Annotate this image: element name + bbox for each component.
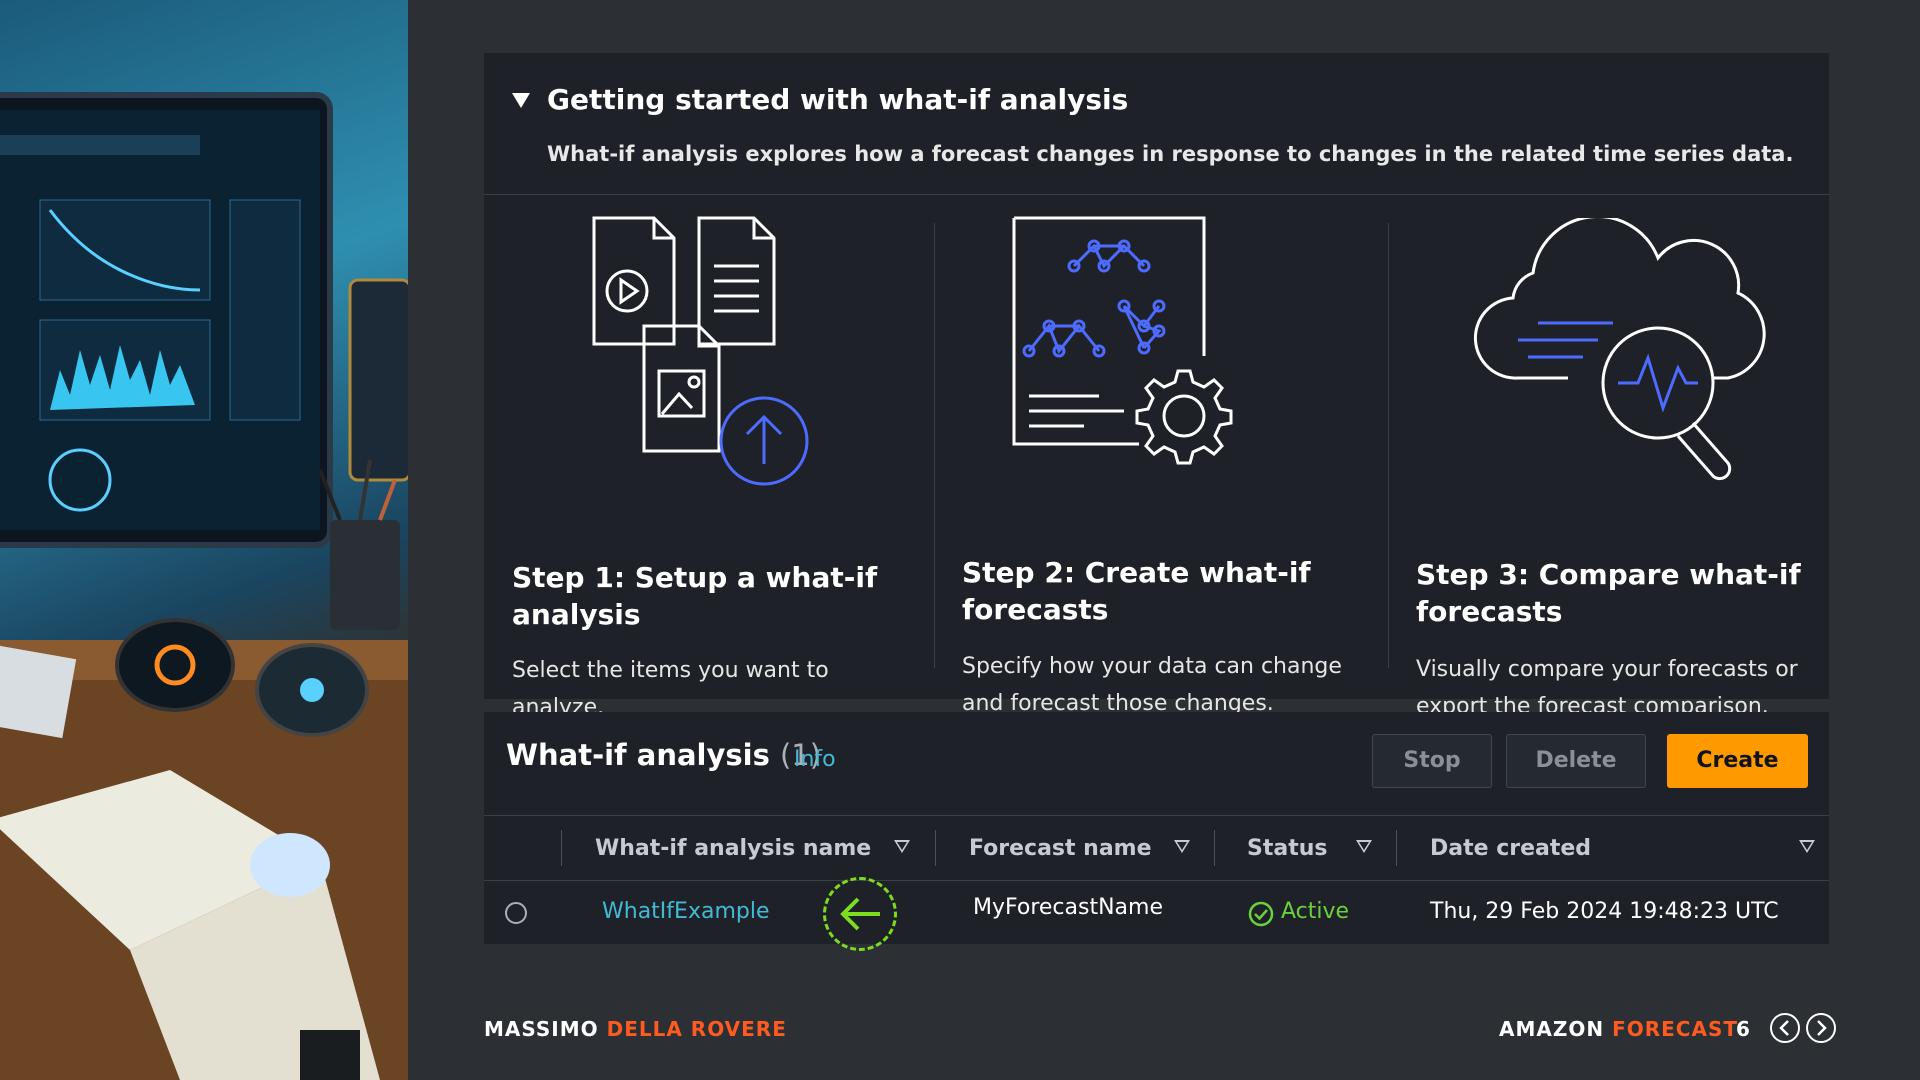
forecast-name-cell: MyForecastName xyxy=(973,895,1163,920)
getting-started-title[interactable]: Getting started with what-if analysis xyxy=(547,83,1128,116)
page-number: 6 xyxy=(1736,1017,1750,1041)
sort-icon[interactable] xyxy=(894,840,910,853)
column-separator xyxy=(561,830,562,866)
column-header-date-created[interactable]: Date created xyxy=(1430,836,1591,861)
forecast-configuration-icon xyxy=(1012,216,1233,465)
table-row[interactable]: WhatIfExample MyForecastName Active Thu,… xyxy=(484,877,1829,951)
check-circle-icon xyxy=(1248,901,1274,927)
info-link[interactable]: Info xyxy=(794,747,836,772)
date-created-cell: Thu, 29 Feb 2024 19:48:23 UTC xyxy=(1430,899,1779,924)
getting-started-panel: Getting started with what-if analysis Wh… xyxy=(484,53,1829,720)
collapse-caret-icon[interactable] xyxy=(512,93,530,108)
chevron-left-icon xyxy=(1779,1020,1789,1036)
next-slide-button[interactable] xyxy=(1806,1013,1836,1043)
what-if-analysis-table-panel: What-if analysis (1) Info Stop Delete Cr… xyxy=(484,712,1829,951)
author-last-name: DELLA ROVERE xyxy=(606,1017,787,1041)
getting-started-description: What-if analysis explores how a forecast… xyxy=(547,142,1794,166)
footer-brand: AMAZON FORECAST xyxy=(1499,1017,1738,1041)
column-separator xyxy=(935,830,936,866)
table-header: What-if analysis name Forecast name Stat… xyxy=(484,815,1829,881)
footer-author: MASSIMO DELLA ROVERE xyxy=(484,1017,787,1041)
column-separator xyxy=(1214,830,1215,866)
step-2-text: Specify how your data can change and for… xyxy=(962,654,1342,716)
sort-icon[interactable] xyxy=(1799,840,1815,853)
column-header-status[interactable]: Status xyxy=(1247,836,1327,861)
step-3-card: Step 3: Compare what-if forecasts Visual… xyxy=(1388,196,1829,719)
status-text: Active xyxy=(1281,899,1350,924)
create-button[interactable]: Create xyxy=(1667,734,1808,788)
arrow-left-icon xyxy=(840,897,880,931)
hero-illustration xyxy=(0,0,408,1080)
step-3-title: Step 3: Compare what-if forecasts xyxy=(1416,558,1801,628)
step-2-title: Step 2: Create what-if forecasts xyxy=(962,556,1311,626)
step-2-card: Step 2: Create what-if forecasts Specify… xyxy=(934,196,1388,716)
dashed-circle-highlight xyxy=(823,877,897,951)
delete-button[interactable]: Delete xyxy=(1506,734,1646,788)
table-title-text: What-if analysis xyxy=(506,738,770,772)
stop-button[interactable]: Stop xyxy=(1372,734,1492,788)
desk-illustration-image xyxy=(0,92,408,1080)
column-header-analysis-name[interactable]: What-if analysis name xyxy=(595,836,871,861)
upload-documents-icon xyxy=(592,216,809,486)
step-1-card: Step 1: Setup a what-if analysis Select … xyxy=(484,196,934,720)
step-1-title: Step 1: Setup a what-if analysis xyxy=(512,561,878,631)
column-header-forecast-name[interactable]: Forecast name xyxy=(969,836,1152,861)
sort-icon[interactable] xyxy=(1174,840,1190,853)
sort-icon[interactable] xyxy=(1356,840,1372,853)
brand-last: FORECAST xyxy=(1612,1017,1739,1041)
row-select-radio[interactable] xyxy=(505,902,527,924)
table-title: What-if analysis (1) xyxy=(506,738,821,772)
chevron-right-icon xyxy=(1817,1020,1827,1036)
cloud-magnifier-icon xyxy=(1474,218,1766,481)
brand-first: AMAZON xyxy=(1499,1017,1605,1041)
getting-started-header: Getting started with what-if analysis Wh… xyxy=(484,53,1829,195)
column-separator xyxy=(1396,830,1397,866)
analysis-name-link[interactable]: WhatIfExample xyxy=(602,899,769,924)
previous-slide-button[interactable] xyxy=(1770,1013,1800,1043)
author-first-name: MASSIMO xyxy=(484,1017,599,1041)
